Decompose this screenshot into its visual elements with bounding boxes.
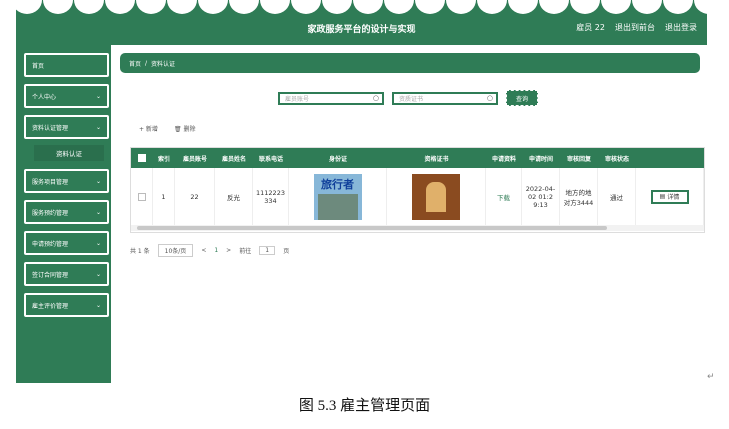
sidebar-item-employer-review[interactable]: 雇主评价管理 ⌄ <box>24 293 109 317</box>
data-table: 索引 雇员账号 雇员姓名 联系电话 身份证 资格证书 申请资料 申请时间 审核回… <box>130 147 705 233</box>
sidebar-item-profile[interactable]: 个人中心 ⌄ <box>24 84 109 108</box>
certificate-input[interactable]: 资质证书 ○ <box>392 91 498 105</box>
main-content: 首页 / 资料认证 雇员账号 ○ 资质证书 ○ 查询 + 新增 🗑 删除 索引 … <box>111 45 707 383</box>
column-header: 雇员姓名 <box>221 155 246 163</box>
prev-page-button[interactable]: < <box>201 247 206 254</box>
figure-caption: 图 5.3 雇主管理页面 <box>298 398 431 414</box>
sidebar-item-service-items[interactable]: 服务项目管理 ⌄ <box>24 169 109 193</box>
select-all-checkbox[interactable] <box>131 148 153 168</box>
add-button[interactable]: + 新增 <box>139 124 158 133</box>
id-card-image-text: 旅行者 <box>321 177 354 191</box>
current-page[interactable]: 1 <box>214 247 218 254</box>
chevron-down-icon: ⌄ <box>95 92 101 100</box>
cell-actions: ▤ 详情 <box>636 168 704 225</box>
column-header: 联系电话 <box>258 155 283 163</box>
sidebar-item-label: 资料认证管理 <box>32 124 69 132</box>
cell-certificate <box>387 168 486 225</box>
cell-phone: 1112223334 <box>253 168 289 225</box>
sidebar-item-label: 个人中心 <box>32 93 57 101</box>
goto-label: 前往 <box>239 248 252 255</box>
scroll-thumb[interactable] <box>137 226 607 230</box>
column-header <box>636 148 704 168</box>
detail-button[interactable]: ▤ 详情 <box>650 189 689 204</box>
back-to-frontend-link[interactable]: 退出到前台 <box>615 22 655 33</box>
sidebar-item-home[interactable]: 首页 <box>24 53 109 77</box>
toolbar: + 新增 🗑 删除 <box>139 124 195 133</box>
sidebar-item-label: 服务预约管理 <box>32 209 69 217</box>
search-icon: ○ <box>372 93 379 102</box>
chevron-down-icon: ⌄ <box>95 177 101 185</box>
cell-review-reply: 地方的地对方3444 <box>560 168 598 225</box>
cell-name: 反光 <box>215 168 253 225</box>
breadcrumb-current: 资料认证 <box>151 60 176 68</box>
sidebar-item-qualification-mgmt[interactable]: 资料认证管理 ⌄ <box>24 115 109 139</box>
sidebar-item-label: 签订合同管理 <box>32 271 69 279</box>
cell-status: 通过 <box>598 168 636 225</box>
total-count: 共 1 条 <box>130 248 150 255</box>
cell-apply-time: 2022-04-02 01:29:13 <box>522 168 560 225</box>
sidebar-subitem-qualification[interactable]: 资料认证 <box>34 145 104 161</box>
breadcrumb-home[interactable]: 首页 <box>129 59 141 68</box>
sidebar-item-label: 雇主评价管理 <box>32 302 69 310</box>
column-header: 审核状态 <box>604 155 629 163</box>
search-button[interactable]: 查询 <box>506 90 538 106</box>
certificate-image[interactable] <box>412 173 460 220</box>
sidebar-item-label: 服务项目管理 <box>32 178 69 186</box>
pagination: 共 1 条 10条/页 < 1 > 前往 1 页 <box>130 244 289 257</box>
logout-link[interactable]: 退出登录 <box>665 22 697 33</box>
employee-account-input[interactable]: 雇员账号 ○ <box>278 91 384 105</box>
search-bar: 雇员账号 ○ 资质证书 ○ 查询 <box>278 90 538 106</box>
table-header: 索引 雇员账号 雇员姓名 联系电话 身份证 资格证书 申请资料 申请时间 审核回… <box>131 148 704 168</box>
column-header: 索引 <box>157 155 170 163</box>
sidebar: 首页 个人中心 ⌄ 资料认证管理 ⌄ 资料认证 服务项目管理 ⌄ 服务预约管理 … <box>16 45 111 383</box>
document-icon: ▤ <box>659 193 666 200</box>
cell-id-card: 旅行者 <box>289 168 387 225</box>
app-header: 家政服务平台的设计与实现 雇员 22 退出到前台 退出登录 <box>16 0 707 45</box>
sidebar-item-label: 申请预约管理 <box>32 240 69 248</box>
column-header: 雇员账号 <box>182 155 207 163</box>
decorative-scallops <box>16 0 707 14</box>
sidebar-item-service-booking[interactable]: 服务预约管理 ⌄ <box>24 200 109 224</box>
chevron-down-icon: ⌄ <box>95 239 101 247</box>
chevron-up-icon: ⌄ <box>95 123 101 131</box>
sidebar-item-apply-booking[interactable]: 申请预约管理 ⌄ <box>24 231 109 255</box>
cell-account: 22 <box>175 168 215 225</box>
column-header: 身份证 <box>328 155 347 163</box>
column-header: 资格证书 <box>424 155 449 163</box>
download-link[interactable]: 下载 <box>486 168 522 225</box>
cell-index: 1 <box>153 168 175 225</box>
detail-button-label: 详情 <box>667 194 680 201</box>
breadcrumb-separator: / <box>145 59 148 67</box>
column-header: 审核回复 <box>566 155 591 163</box>
goto-page-input[interactable]: 1 <box>259 246 276 255</box>
row-checkbox[interactable] <box>131 168 153 225</box>
chevron-down-icon: ⌄ <box>95 208 101 216</box>
header-actions: 雇员 22 退出到前台 退出登录 <box>576 22 697 33</box>
horizontal-scrollbar[interactable] <box>131 225 704 231</box>
table-row: 1 22 反光 1112223334 旅行者 下载 2022-04-02 01:… <box>131 168 704 225</box>
search-icon: ○ <box>486 93 493 102</box>
id-card-image[interactable]: 旅行者 <box>313 173 362 220</box>
chevron-down-icon: ⌄ <box>95 270 101 278</box>
current-user: 雇员 22 <box>576 23 605 32</box>
next-page-button[interactable]: > <box>226 247 231 254</box>
input-placeholder: 雇员账号 <box>285 95 310 103</box>
sidebar-item-contract[interactable]: 签订合同管理 ⌄ <box>24 262 109 286</box>
breadcrumb: 首页 / 资料认证 <box>120 53 700 73</box>
app-window: 家政服务平台的设计与实现 雇员 22 退出到前台 退出登录 首页 个人中心 ⌄ … <box>16 0 707 383</box>
page-size-select[interactable]: 10条/页 <box>157 244 194 257</box>
delete-button[interactable]: 🗑 删除 <box>174 124 196 133</box>
chevron-down-icon: ⌄ <box>95 301 101 309</box>
page-suffix: 页 <box>283 248 290 255</box>
input-placeholder: 资质证书 <box>399 95 424 103</box>
column-header: 申请资料 <box>491 155 516 163</box>
column-header: 申请时间 <box>528 155 553 163</box>
sidebar-item-label: 首页 <box>32 62 45 70</box>
paragraph-mark: ↵ <box>707 372 715 382</box>
